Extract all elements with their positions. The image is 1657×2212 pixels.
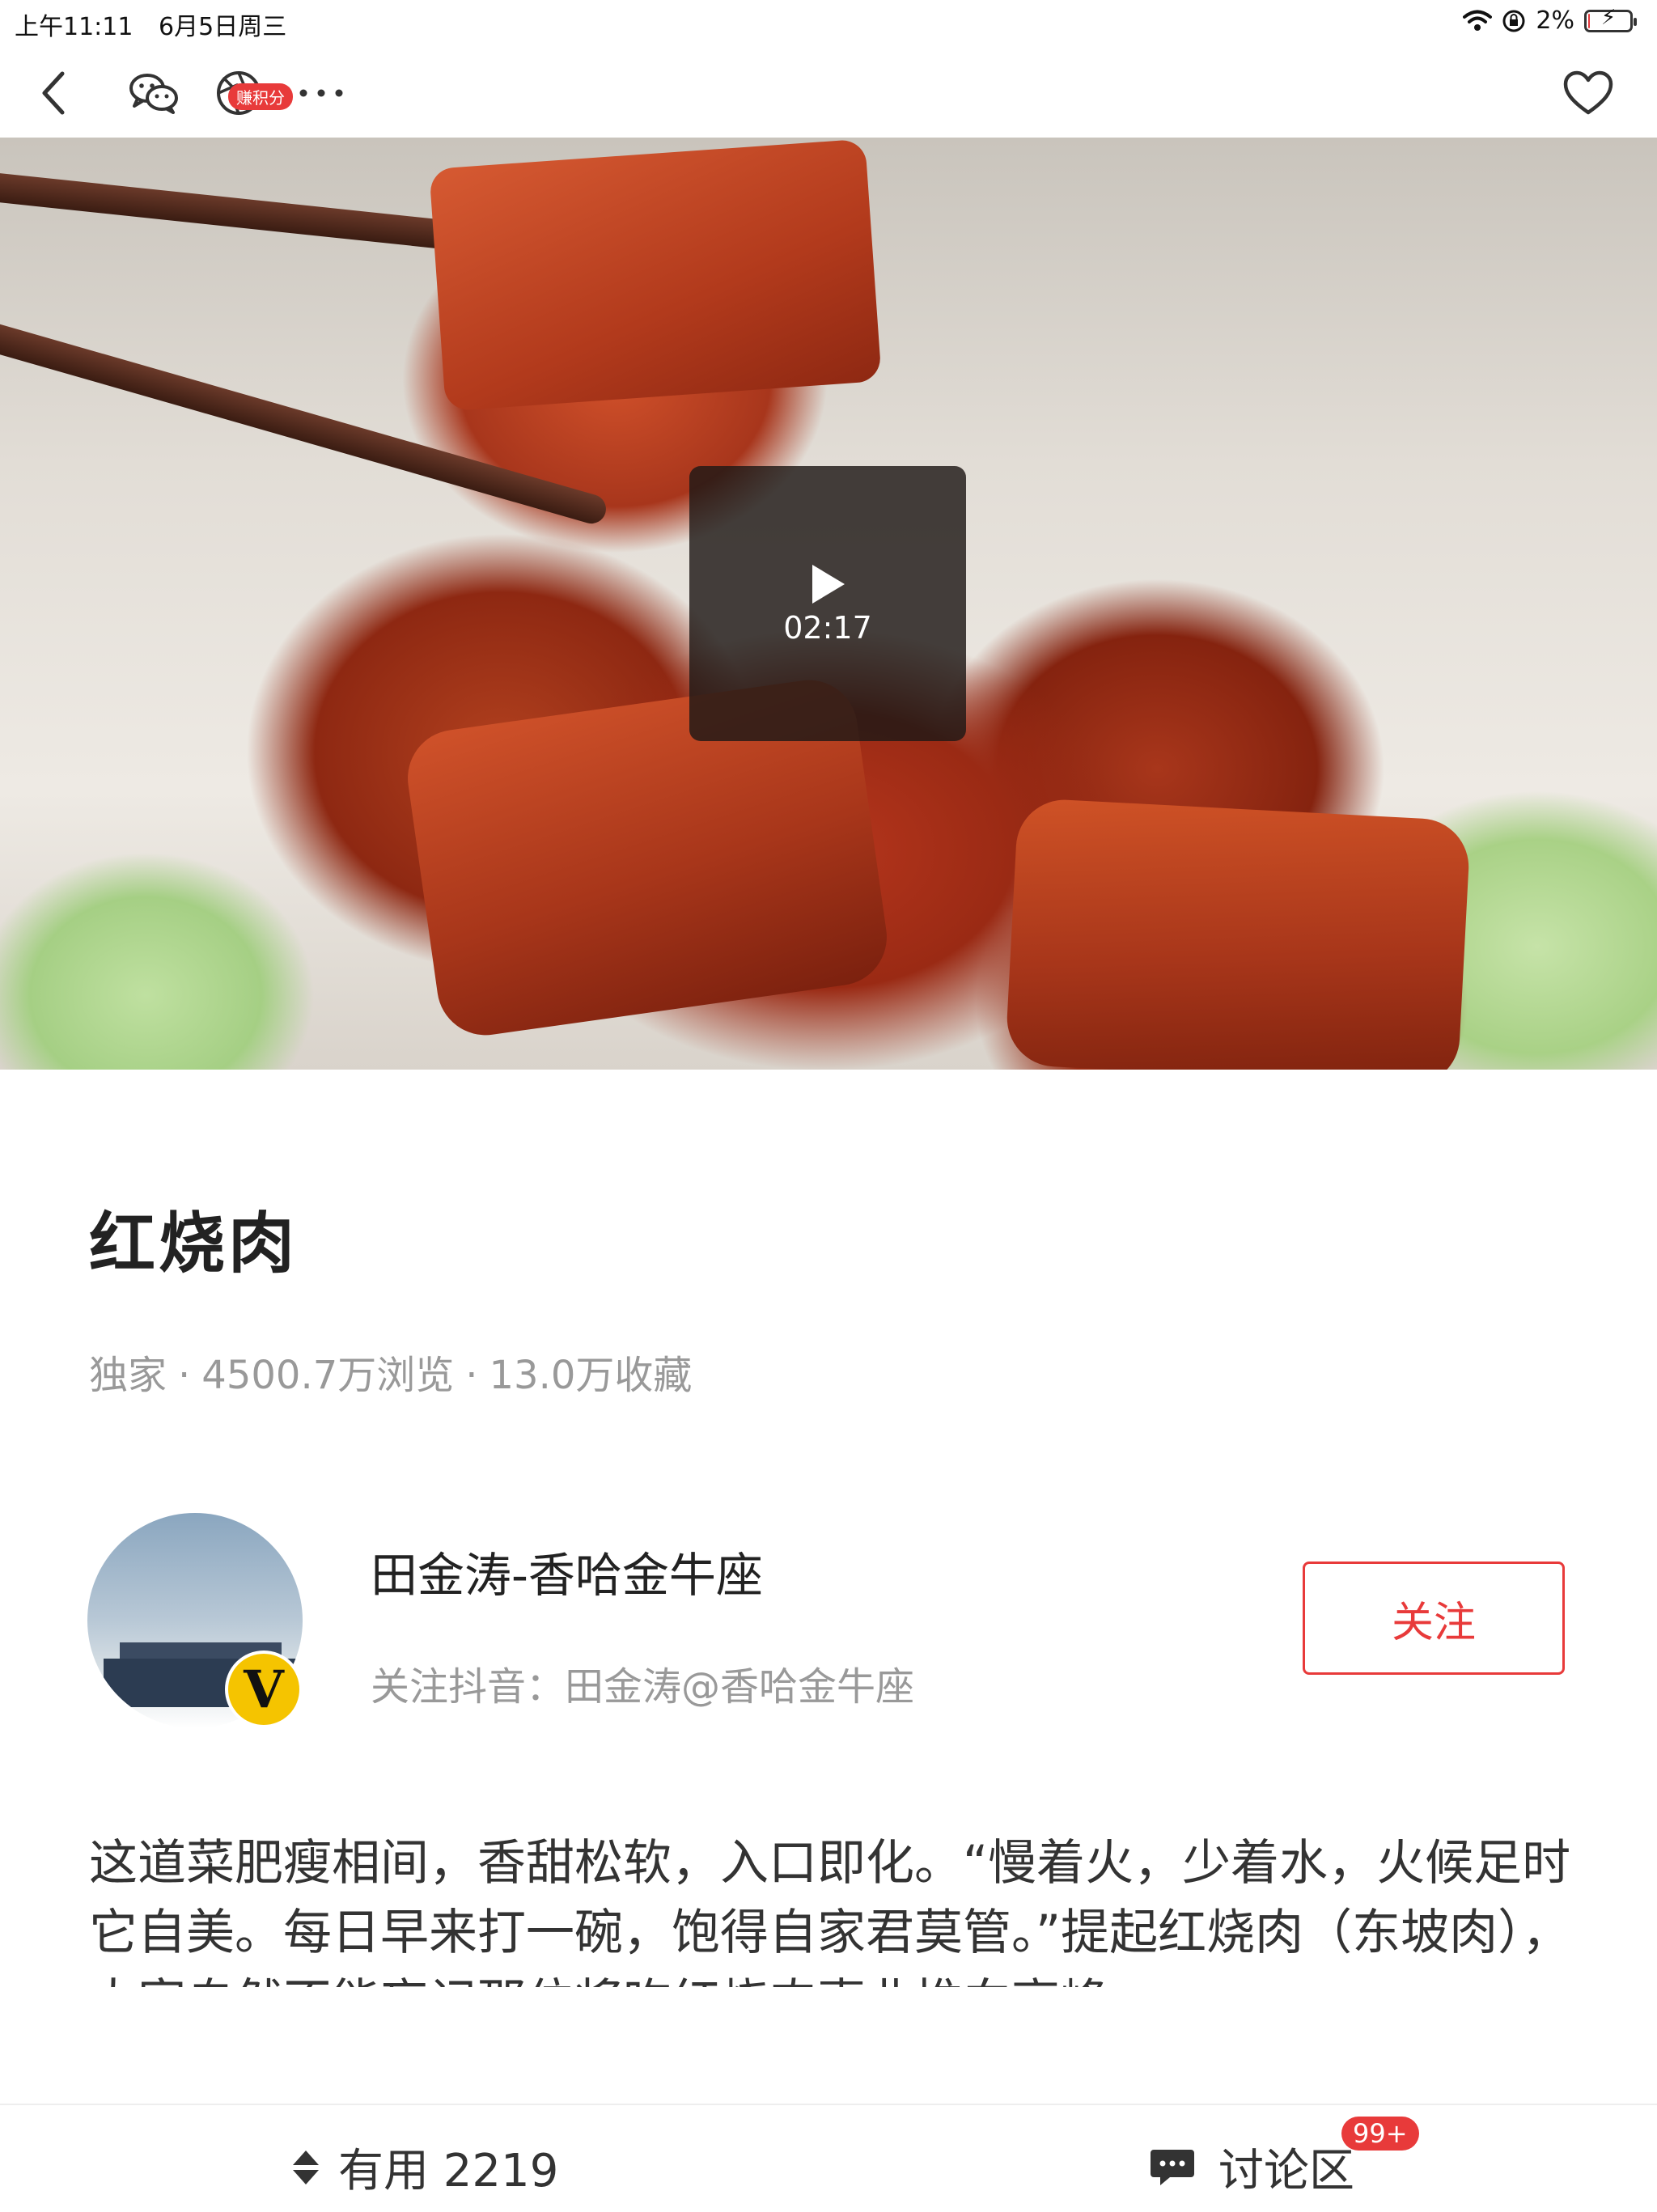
status-date: 6月5日周三 bbox=[159, 13, 287, 41]
status-left: 上午11:11 6月5日周三 bbox=[15, 6, 304, 42]
views-count: 4500.7万浏览 bbox=[201, 1353, 455, 1398]
useful-button[interactable]: 有用 2219 bbox=[291, 2134, 558, 2200]
favorites-count: 13.0万收藏 bbox=[489, 1353, 693, 1398]
status-time: 上午11:11 bbox=[15, 13, 133, 41]
verified-badge: V bbox=[225, 1651, 303, 1728]
exclusive-tag: 独家 bbox=[89, 1353, 167, 1398]
nav-bar: 赚积分 bbox=[0, 44, 1657, 138]
discussion-button[interactable]: 讨论区 bbox=[1149, 2134, 1354, 2200]
useful-label: 有用 2219 bbox=[338, 2145, 559, 2197]
battery-percent: 2% bbox=[1536, 6, 1574, 35]
comment-icon bbox=[1151, 2149, 1194, 2185]
charging-bolt-icon: ⚡ bbox=[1600, 5, 1617, 30]
video-play-overlay[interactable]: 02:17 bbox=[689, 466, 966, 741]
lock-rotation-icon bbox=[1502, 10, 1525, 32]
recipe-title: 红烧肉 bbox=[89, 1206, 299, 1282]
video-duration: 02:17 bbox=[783, 610, 872, 646]
more-button[interactable] bbox=[293, 65, 350, 121]
follow-button[interactable]: 关注 bbox=[1303, 1562, 1565, 1675]
meta-separator: · bbox=[465, 1353, 478, 1398]
wifi-icon bbox=[1463, 10, 1493, 31]
pork-piece-image bbox=[1004, 797, 1472, 1070]
recipe-description: 这道菜肥瘦相间，香甜松软，入口即化。“慢着火，少着水，火候足时它自美。每日早来打… bbox=[89, 1835, 1571, 1987]
status-bar: 上午11:11 6月5日周三 2% ⚡ bbox=[0, 0, 1657, 44]
discussion-count-badge: 99+ bbox=[1341, 2117, 1419, 2151]
recipe-video-cover[interactable]: 02:17 bbox=[0, 138, 1657, 1070]
play-icon bbox=[812, 565, 845, 604]
meta-separator: · bbox=[178, 1353, 191, 1398]
recipe-meta: 独家 · 4500.7万浏览 · 13.0万收藏 bbox=[89, 1343, 692, 1400]
chopstick-image bbox=[0, 170, 468, 252]
back-icon bbox=[42, 71, 65, 115]
author-subtitle: 关注抖音：田金涛@香哈金牛座 bbox=[371, 1664, 915, 1710]
wechat-icon bbox=[129, 74, 178, 114]
pork-piece-image bbox=[429, 138, 882, 412]
earn-points-badge: 赚积分 bbox=[228, 83, 293, 110]
battery-icon: ⚡ bbox=[1584, 6, 1637, 32]
favorite-button[interactable] bbox=[1560, 65, 1617, 121]
play-icon-wrap bbox=[689, 563, 966, 605]
heart-icon bbox=[1563, 70, 1613, 115]
more-icon bbox=[299, 89, 343, 97]
share-wechat-button[interactable] bbox=[125, 65, 182, 121]
discussion-label: 讨论区 bbox=[1218, 2145, 1354, 2197]
author-name[interactable]: 田金涛-香哈金牛座 bbox=[371, 1537, 763, 1605]
vote-icon bbox=[291, 2149, 320, 2186]
status-right: 2% ⚡ bbox=[1463, 6, 1637, 35]
back-button[interactable] bbox=[26, 65, 83, 121]
